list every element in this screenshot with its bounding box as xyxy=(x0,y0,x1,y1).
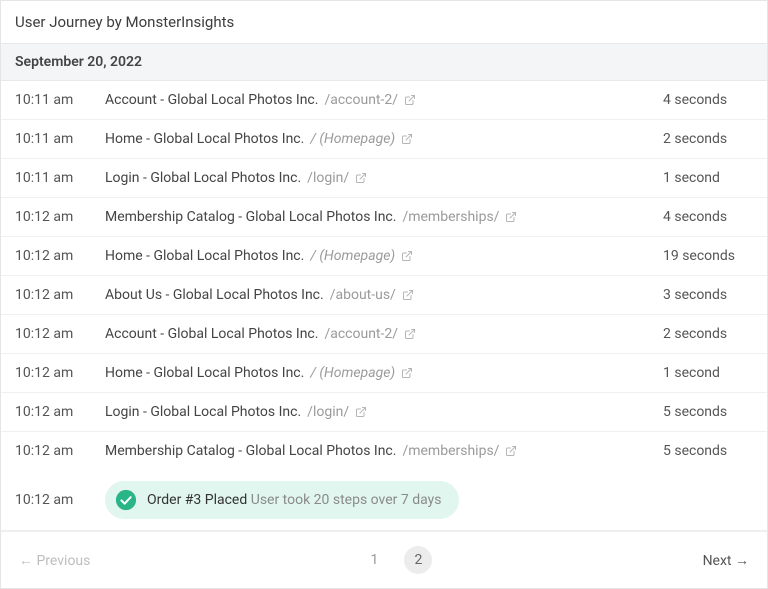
page-path: /account-2/ xyxy=(324,92,398,108)
row-time: 10:11 am xyxy=(15,170,105,186)
row-duration: 5 seconds xyxy=(663,443,753,459)
journey-row: 10:12 amMembership Catalog - Global Loca… xyxy=(1,432,767,470)
order-row: 10:12 am Order #3 Placed User took 20 st… xyxy=(1,470,767,531)
journey-row: 10:11 amLogin - Global Local Photos Inc.… xyxy=(1,159,767,198)
page-path: / (Homepage) xyxy=(310,131,395,147)
external-link-icon[interactable] xyxy=(404,328,416,340)
row-page: Home - Global Local Photos Inc. / (Homep… xyxy=(105,365,663,381)
page-title: Home - Global Local Photos Inc. xyxy=(105,248,304,264)
external-link-icon[interactable] xyxy=(505,445,517,457)
row-time: 10:12 am xyxy=(15,365,105,381)
journey-row: 10:12 amMembership Catalog - Global Loca… xyxy=(1,198,767,237)
row-time: 10:12 am xyxy=(15,443,105,459)
page-path: /login/ xyxy=(307,170,349,186)
order-subtitle: User took 20 steps over 7 days xyxy=(251,492,442,508)
page-number-2[interactable]: 2 xyxy=(404,546,432,574)
row-duration: 4 seconds xyxy=(663,92,753,108)
row-page: Account - Global Local Photos Inc. /acco… xyxy=(105,92,663,108)
page-title: Membership Catalog - Global Local Photos… xyxy=(105,443,396,459)
row-duration: 19 seconds xyxy=(663,248,753,264)
external-link-icon[interactable] xyxy=(401,367,413,379)
page-numbers: 12 xyxy=(360,546,432,574)
journey-row: 10:12 amLogin - Global Local Photos Inc.… xyxy=(1,393,767,432)
order-cell: Order #3 Placed User took 20 steps over … xyxy=(105,481,753,519)
previous-button[interactable]: ← Previous xyxy=(19,552,90,569)
journey-row: 10:11 amHome - Global Local Photos Inc. … xyxy=(1,120,767,159)
external-link-icon[interactable] xyxy=(401,133,413,145)
journey-row: 10:11 amAccount - Global Local Photos In… xyxy=(1,81,767,120)
row-time: 10:12 am xyxy=(15,404,105,420)
row-page: Membership Catalog - Global Local Photos… xyxy=(105,209,663,225)
page-path: /memberships/ xyxy=(402,209,499,225)
user-journey-panel: User Journey by MonsterInsights Septembe… xyxy=(0,0,768,589)
pagination: ← Previous 12 Next → xyxy=(1,531,767,588)
page-title: Login - Global Local Photos Inc. xyxy=(105,170,301,186)
journey-row: 10:12 amHome - Global Local Photos Inc. … xyxy=(1,354,767,393)
page-number-1[interactable]: 1 xyxy=(360,546,388,574)
page-title: About Us - Global Local Photos Inc. xyxy=(105,287,324,303)
order-pill: Order #3 Placed User took 20 steps over … xyxy=(105,481,459,519)
row-time: 10:12 am xyxy=(15,248,105,264)
order-title: Order #3 Placed xyxy=(147,492,247,508)
row-time: 10:12 am xyxy=(15,209,105,225)
row-duration: 4 seconds xyxy=(663,209,753,225)
row-duration: 3 seconds xyxy=(663,287,753,303)
row-time: 10:12 am xyxy=(15,492,105,508)
page-path: / (Homepage) xyxy=(310,248,395,264)
journey-row: 10:12 amAbout Us - Global Local Photos I… xyxy=(1,276,767,315)
row-duration: 2 seconds xyxy=(663,326,753,342)
page-path: / (Homepage) xyxy=(310,365,395,381)
page-title: Home - Global Local Photos Inc. xyxy=(105,131,304,147)
external-link-icon[interactable] xyxy=(401,250,413,262)
row-page: Home - Global Local Photos Inc. / (Homep… xyxy=(105,131,663,147)
row-page: Account - Global Local Photos Inc. /acco… xyxy=(105,326,663,342)
next-button[interactable]: Next → xyxy=(703,552,749,569)
page-path: /account-2/ xyxy=(324,326,398,342)
page-title: Account - Global Local Photos Inc. xyxy=(105,92,318,108)
page-path: /about-us/ xyxy=(330,287,396,303)
page-path: /login/ xyxy=(307,404,349,420)
external-link-icon[interactable] xyxy=(404,94,416,106)
page-title: Home - Global Local Photos Inc. xyxy=(105,365,304,381)
row-page: About Us - Global Local Photos Inc. /abo… xyxy=(105,287,663,303)
journey-row: 10:12 amAccount - Global Local Photos In… xyxy=(1,315,767,354)
journey-row: 10:12 amHome - Global Local Photos Inc. … xyxy=(1,237,767,276)
external-link-icon[interactable] xyxy=(402,289,414,301)
date-header: September 20, 2022 xyxy=(1,44,767,81)
row-page: Login - Global Local Photos Inc. /login/ xyxy=(105,404,663,420)
row-duration: 5 seconds xyxy=(663,404,753,420)
external-link-icon[interactable] xyxy=(355,406,367,418)
row-time: 10:12 am xyxy=(15,287,105,303)
row-time: 10:11 am xyxy=(15,131,105,147)
row-duration: 1 second xyxy=(663,365,753,381)
row-page: Home - Global Local Photos Inc. / (Homep… xyxy=(105,248,663,264)
external-link-icon[interactable] xyxy=(355,172,367,184)
page-path: /memberships/ xyxy=(402,443,499,459)
check-circle-icon xyxy=(115,489,137,511)
external-link-icon[interactable] xyxy=(505,211,517,223)
row-page: Membership Catalog - Global Local Photos… xyxy=(105,443,663,459)
page-title: Login - Global Local Photos Inc. xyxy=(105,404,301,420)
row-duration: 1 second xyxy=(663,170,753,186)
row-time: 10:12 am xyxy=(15,326,105,342)
panel-title: User Journey by MonsterInsights xyxy=(1,1,767,44)
row-time: 10:11 am xyxy=(15,92,105,108)
page-title: Account - Global Local Photos Inc. xyxy=(105,326,318,342)
row-duration: 2 seconds xyxy=(663,131,753,147)
page-title: Membership Catalog - Global Local Photos… xyxy=(105,209,396,225)
row-page: Login - Global Local Photos Inc. /login/ xyxy=(105,170,663,186)
